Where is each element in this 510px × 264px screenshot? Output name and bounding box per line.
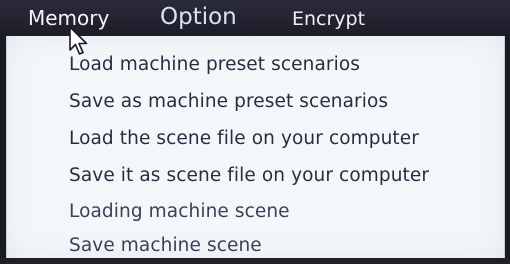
memory-dropdown-menu: Load machine preset scenarios Save as ma… bbox=[6, 36, 505, 258]
menu-encrypt[interactable]: Encrypt bbox=[292, 8, 365, 30]
menu-item-load-scene-file-on-computer[interactable]: Load the scene file on your computer bbox=[69, 128, 419, 149]
menu-item-loading-machine-scene[interactable]: Loading machine scene bbox=[69, 201, 290, 222]
screen: Memory Option Encrypt Load machine prese… bbox=[0, 0, 510, 264]
bottom-bezel bbox=[0, 258, 510, 264]
menu-item-save-scene-file-on-computer[interactable]: Save it as scene file on your computer bbox=[69, 165, 429, 186]
menu-item-load-machine-preset-scenarios[interactable]: Load machine preset scenarios bbox=[69, 54, 360, 75]
menu-item-save-as-machine-preset-scenarios[interactable]: Save as machine preset scenarios bbox=[69, 91, 388, 112]
menu-option[interactable]: Option bbox=[160, 4, 237, 30]
mouse-pointer-icon bbox=[69, 26, 88, 55]
menu-item-save-machine-scene[interactable]: Save machine scene bbox=[69, 235, 262, 256]
